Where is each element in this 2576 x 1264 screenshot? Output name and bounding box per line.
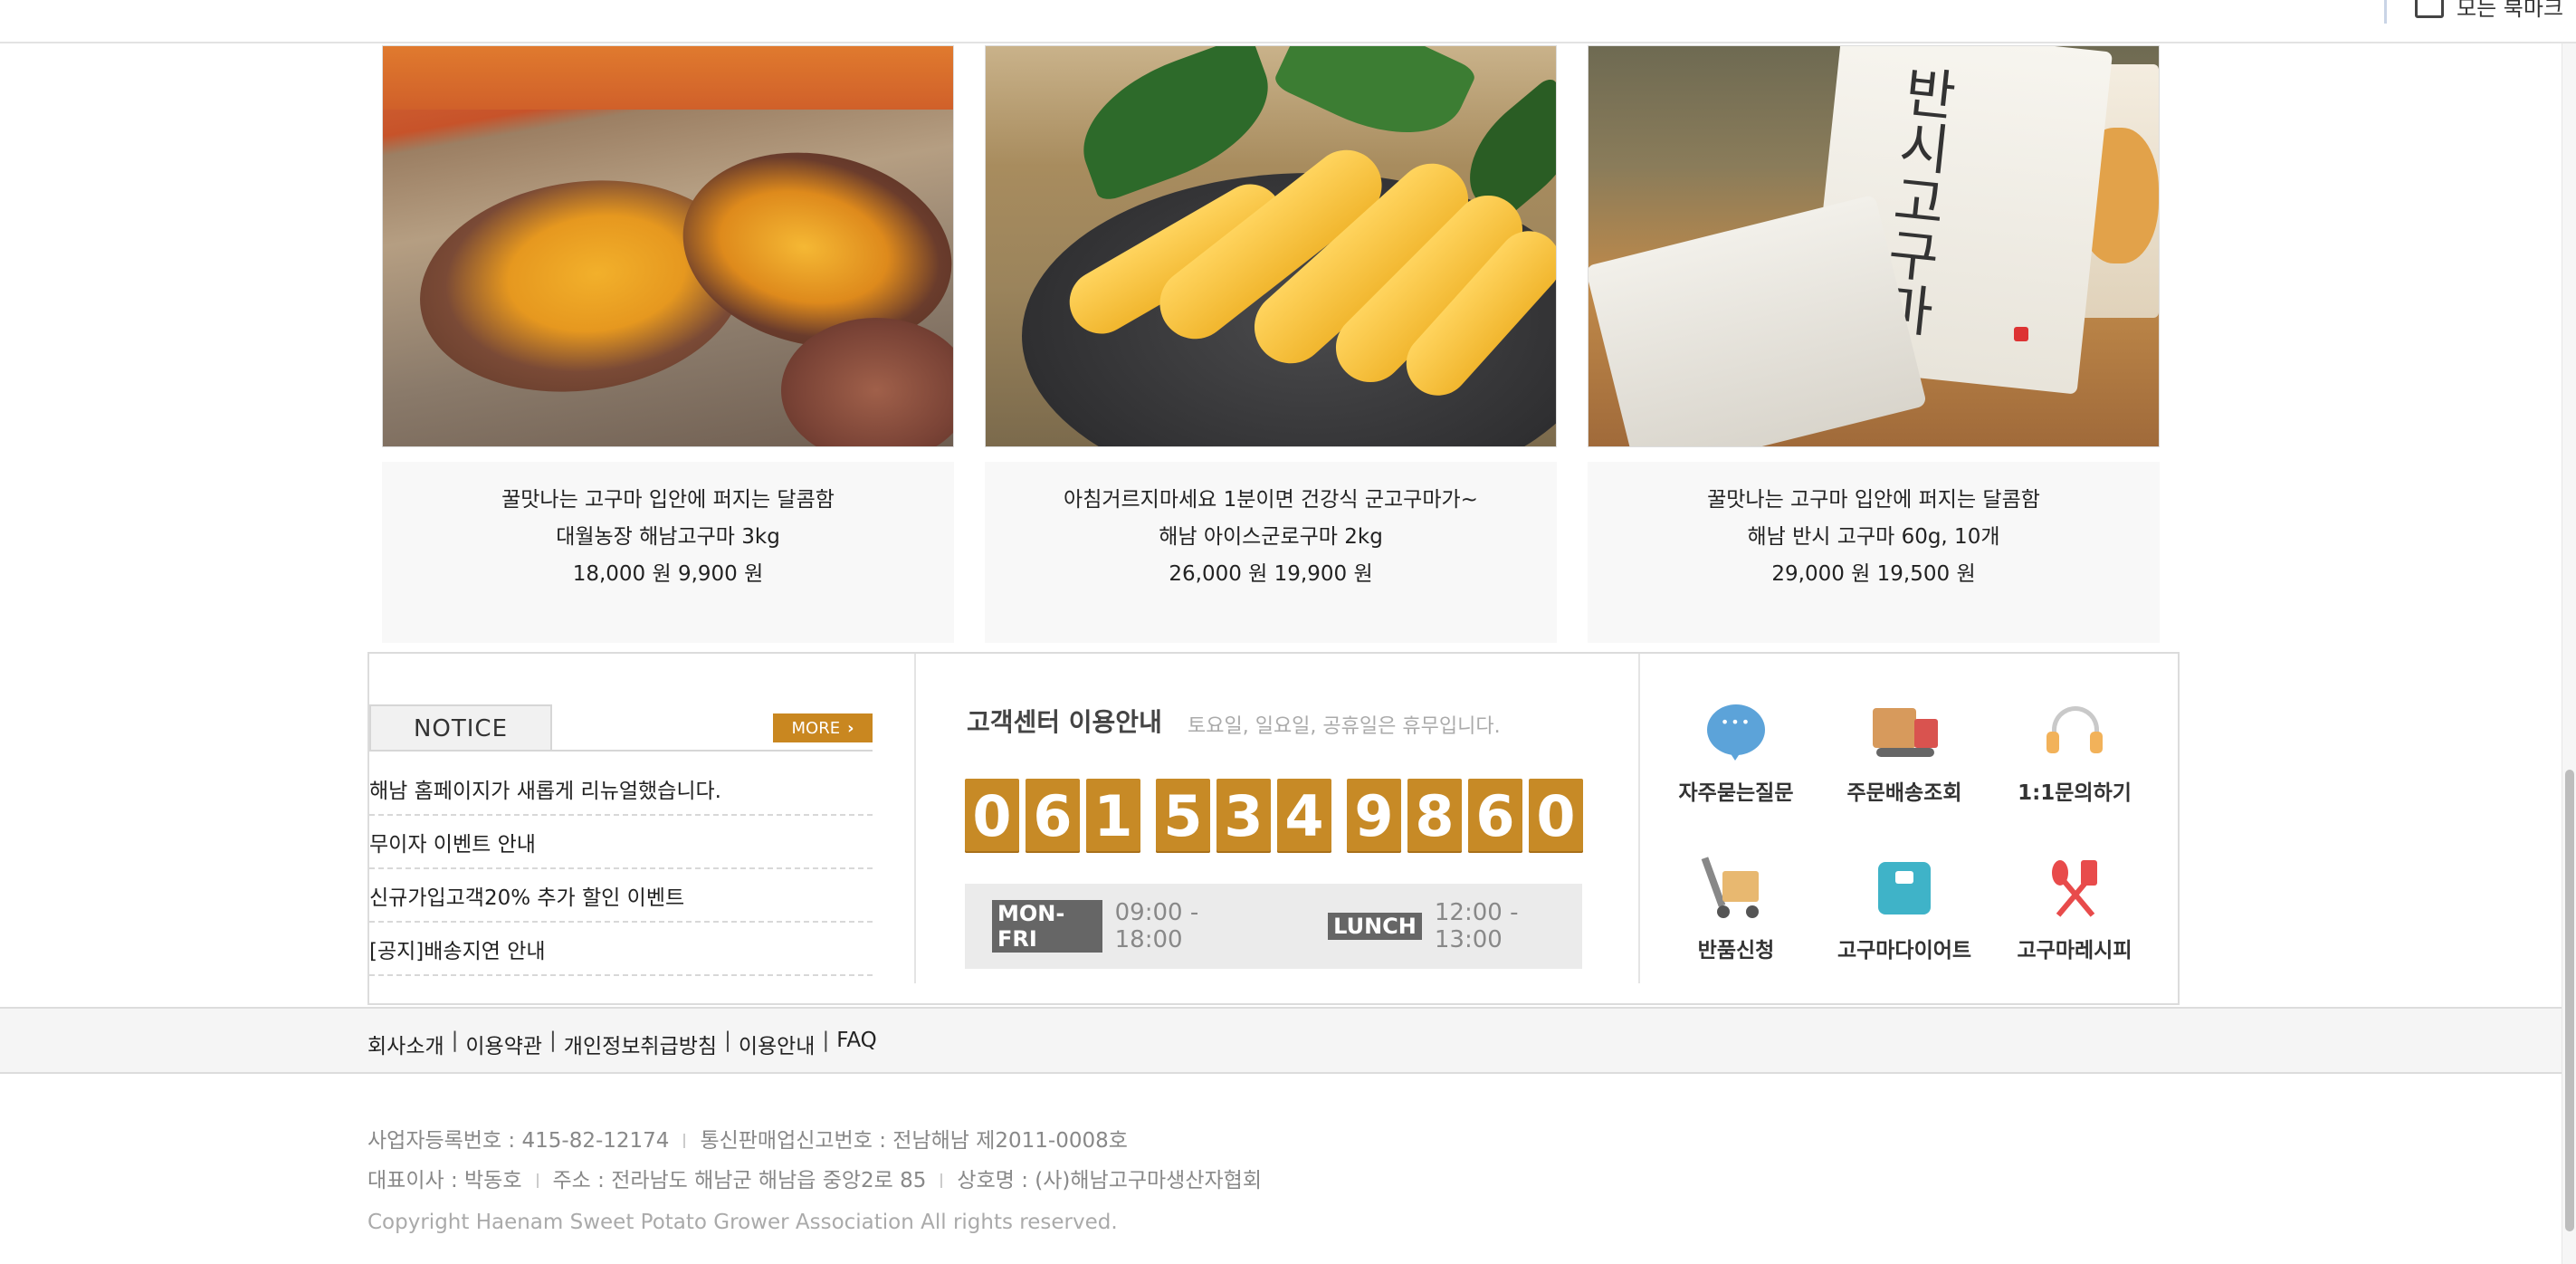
notice-tab[interactable]: NOTICE: [369, 704, 552, 752]
company-address: 주소 : 전라남도 해남군 해남읍 중앙2로 85: [552, 1169, 927, 1192]
hand-cart-icon: [1701, 857, 1768, 920]
product-box-graphic: [383, 46, 953, 110]
package-graphic: [1589, 194, 1928, 446]
mail-order-registration: 통신판매업신고번호 : 전남해남 제2011-0008호: [700, 1129, 1128, 1153]
quick-menu-label: 고구마다이어트: [1837, 939, 1972, 962]
ceo-name: 대표이사 : 박동호: [367, 1169, 522, 1192]
quick-menu-label: 주문배송조회: [1846, 781, 1962, 805]
spoon-fork-icon: [2043, 857, 2106, 920]
quick-menu-label: 고구마레시피: [2017, 939, 2132, 962]
chevron-right-icon: ›: [847, 718, 854, 738]
product-info[interactable]: 꿀맛나는 고구마 입안에 퍼지는 달콤함 해남 반시 고구마 60g, 10개 …: [1588, 462, 2160, 643]
all-bookmarks-button[interactable]: 모든 북마크: [2415, 0, 2563, 24]
company-name: 상호명 : (사)해남고구마생산자협회: [957, 1169, 1262, 1192]
panel-divider: [914, 654, 916, 983]
product-image[interactable]: 반시고구마: [1588, 45, 2160, 447]
phone-digit: 5: [1156, 779, 1210, 853]
product-tagline[interactable]: 아침거르지마세요 1분이면 건강식 군고구마가~: [985, 482, 1557, 519]
copyright: Copyright Haenam Sweet Potato Grower Ass…: [367, 1211, 1118, 1234]
product-tagline[interactable]: 꿀맛나는 고구마 입안에 퍼지는 달콤함: [382, 482, 954, 519]
phone-digit: 6: [1026, 779, 1080, 853]
product-image[interactable]: [382, 45, 954, 447]
lunch-hours: 12:00 - 13:00: [1434, 899, 1519, 953]
product-name[interactable]: 해남 아이스군로구마 2kg: [985, 519, 1557, 556]
lunch-tag: LUNCH: [1328, 913, 1422, 940]
footer-link-terms[interactable]: 이용약관: [465, 1029, 542, 1059]
bookmark-bar: 모든 북마크: [0, 0, 2576, 43]
notice-item[interactable]: 신규가입고객20% 추가 할인 이벤트: [369, 869, 873, 923]
quick-menu-label: 1:1문의하기: [2018, 781, 2132, 805]
business-registration: 사업자등록번호 : 415-82-12174: [367, 1129, 670, 1153]
business-info: 사업자등록번호 : 415-82-12174 통신판매업신고번호 : 전남해남 …: [367, 1121, 1262, 1201]
product-name[interactable]: 해남 반시 고구마 60g, 10개: [1588, 519, 2160, 556]
phone-digit: 0: [1529, 779, 1583, 853]
product-info[interactable]: 꿀맛나는 고구마 입안에 퍼지는 달콤함 대월농장 해남고구마 3kg 18,0…: [382, 462, 954, 643]
package-mark: [2014, 327, 2028, 341]
footer-link-faq[interactable]: FAQ: [836, 1029, 877, 1059]
phone-number: 0 6 1 5 3 4 9 8 6 0: [965, 779, 1589, 853]
product-image[interactable]: [985, 45, 1557, 447]
delivery-truck-icon: [1873, 699, 1938, 762]
footer-link-guide[interactable]: 이용안내: [739, 1029, 816, 1059]
product-tagline[interactable]: 꿀맛나는 고구마 입안에 퍼지는 달콤함: [1588, 482, 2160, 519]
scrollbar-thumb[interactable]: [2565, 770, 2574, 1231]
leaf-graphic: [1272, 46, 1478, 162]
folder-icon: [2415, 0, 2444, 18]
quick-menu-faq[interactable]: 자주묻는질문: [1664, 699, 1808, 806]
product-price: 26,000 원 19,900 원: [1169, 562, 1373, 586]
phone-digit: 6: [1468, 779, 1522, 853]
footer-link-privacy[interactable]: 개인정보취급방침: [564, 1029, 717, 1059]
headset-icon: [2043, 699, 2106, 762]
product-price: 29,000 원 19,500 원: [1771, 562, 1976, 586]
quick-menu-recipe[interactable]: 고구마레시피: [2002, 857, 2147, 963]
phone-digit: 9: [1347, 779, 1401, 853]
footer-nav: 회사소개 | 이용약관 | 개인정보취급방침 | 이용안내 | FAQ: [0, 1007, 2562, 1074]
phone-digit: 3: [1216, 779, 1271, 853]
product-card[interactable]: 반시고구마 꿀맛나는 고구마 입안에 퍼지는 달콤함 해남 반시 고구마 60g…: [1588, 45, 2160, 643]
chat-bubble-icon: [1704, 699, 1768, 762]
bookmark-separator: [2384, 0, 2387, 24]
notice-item[interactable]: [공지]배송지연 안내: [369, 923, 873, 976]
notice-list: 해남 홈페이지가 새롭게 리뉴얼했습니다. 무이자 이벤트 안내 신규가입고객2…: [369, 762, 873, 976]
info-panel: NOTICE MORE › 해남 홈페이지가 새롭게 리뉴얼했습니다. 무이자 …: [367, 652, 2180, 1005]
weekday-tag: MON-FRI: [992, 900, 1102, 953]
product-name[interactable]: 대월농장 해남고구마 3kg: [382, 519, 954, 556]
panel-divider: [1638, 654, 1640, 983]
phone-digit: 0: [965, 779, 1019, 853]
notice-underline: [369, 750, 873, 752]
business-hours: MON-FRI 09:00 - 18:00 LUNCH 12:00 - 13:0…: [965, 884, 1582, 969]
quick-menu-diet[interactable]: 고구마다이어트: [1832, 857, 1977, 963]
notice-more-button[interactable]: MORE ›: [773, 713, 873, 742]
notice-item[interactable]: 해남 홈페이지가 새롭게 리뉴얼했습니다.: [369, 762, 873, 816]
quick-menu-inquiry[interactable]: 1:1문의하기: [2002, 699, 2147, 806]
quick-menu-order-tracking[interactable]: 주문배송조회: [1832, 699, 1977, 806]
more-label: MORE: [791, 718, 841, 738]
product-card[interactable]: 아침거르지마세요 1분이면 건강식 군고구마가~ 해남 아이스군로구마 2kg …: [985, 45, 1557, 643]
phone-digit: 4: [1277, 779, 1331, 853]
weight-scale-icon: [1873, 857, 1936, 920]
product-price: 18,000 원 9,900 원: [572, 562, 764, 586]
page: 모든 북마크 꿀맛나는 고구마 입안에 퍼지는 달콤함 대월농장 해남고구마 3…: [0, 0, 2576, 1264]
product-info[interactable]: 아침거르지마세요 1분이면 건강식 군고구마가~ 해남 아이스군로구마 2kg …: [985, 462, 1557, 643]
weekday-hours: 09:00 - 18:00: [1114, 899, 1199, 953]
phone-digit: 1: [1086, 779, 1140, 853]
phone-digit: 8: [1407, 779, 1462, 853]
customer-center-subtitle: 토요일, 일요일, 공휴일은 휴무입니다.: [1188, 715, 1501, 738]
footer-link-about[interactable]: 회사소개: [367, 1029, 444, 1059]
product-card[interactable]: 꿀맛나는 고구마 입안에 퍼지는 달콤함 대월농장 해남고구마 3kg 18,0…: [382, 45, 954, 643]
all-bookmarks-label: 모든 북마크: [2457, 0, 2564, 21]
footer-links: 회사소개 | 이용약관 | 개인정보취급방침 | 이용안내 | FAQ: [367, 1029, 877, 1059]
quick-menu-return[interactable]: 반품신청: [1664, 857, 1808, 963]
customer-center-title: 고객센터 이용안내: [967, 707, 1162, 737]
quick-menu-label: 반품신청: [1697, 939, 1775, 962]
quick-menu-label: 자주묻는질문: [1678, 781, 1794, 805]
notice-item[interactable]: 무이자 이벤트 안내: [369, 816, 873, 869]
